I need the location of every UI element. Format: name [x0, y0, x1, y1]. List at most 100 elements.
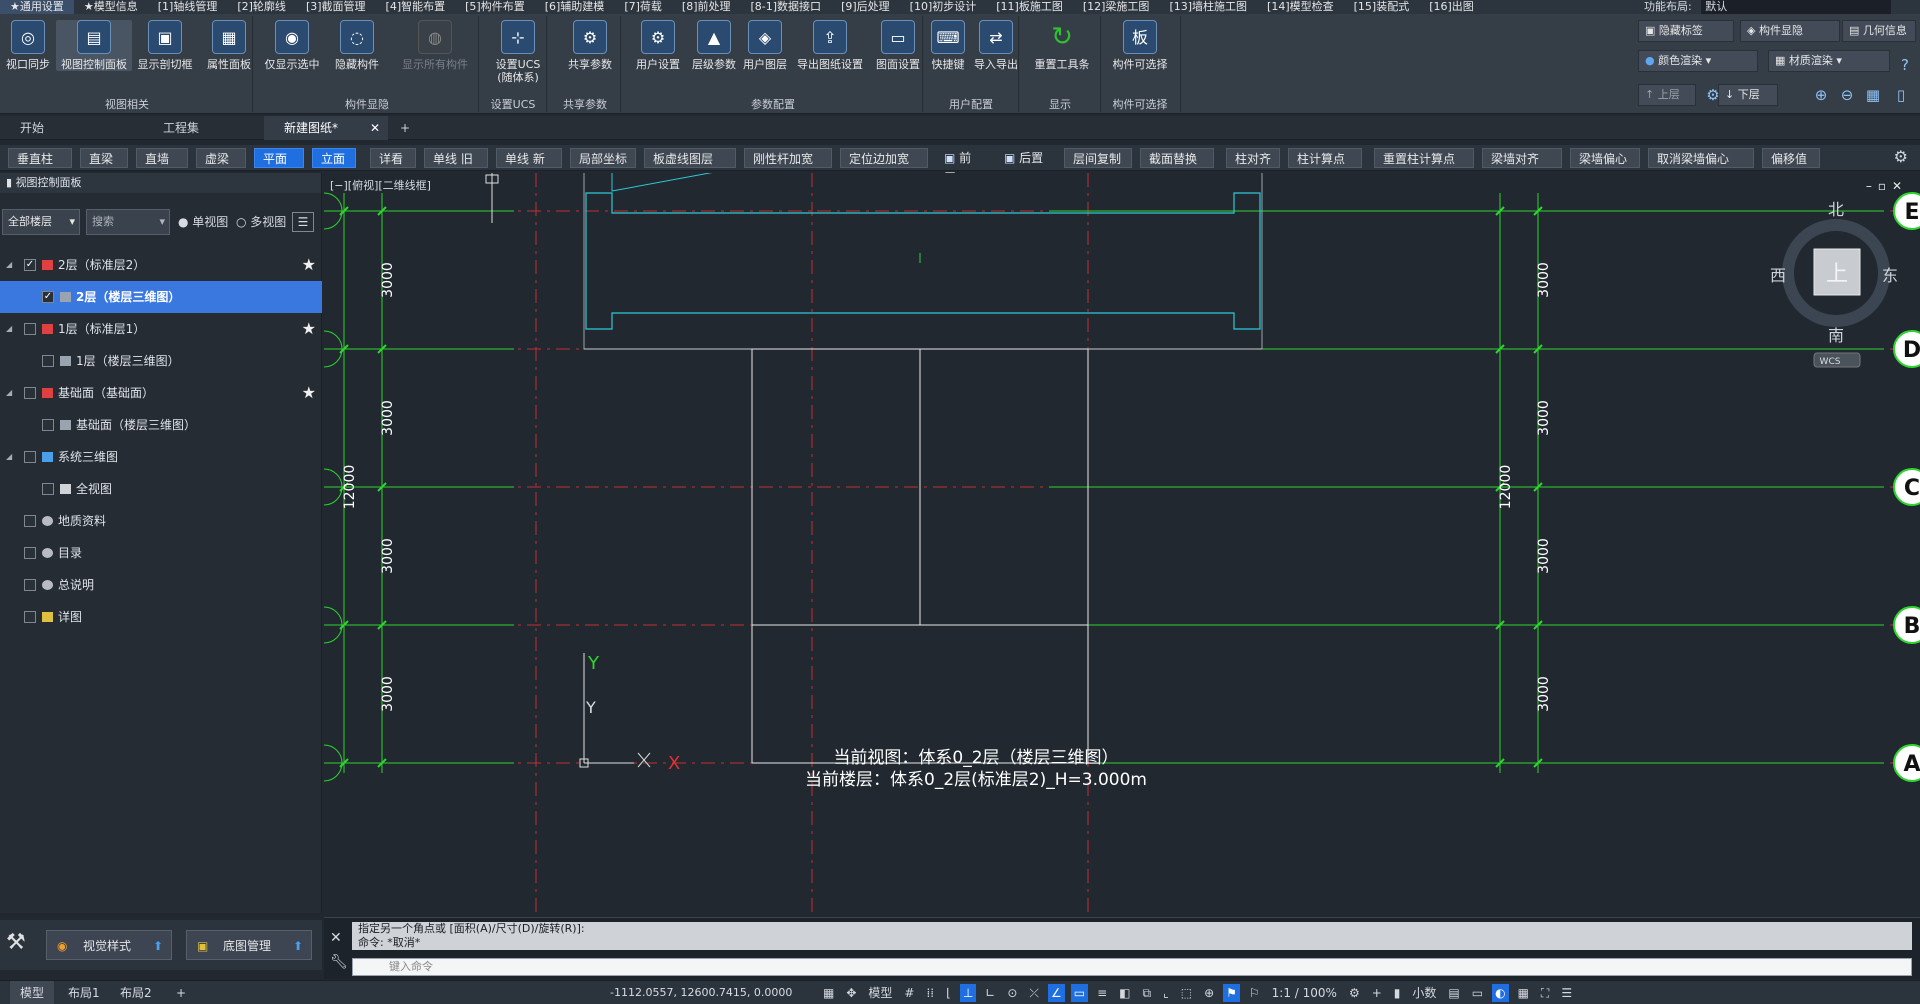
tree-item[interactable]: 1层（楼层三维图） [0, 345, 322, 377]
show-all-button[interactable]: ◍ 显示所有构件 [390, 20, 480, 71]
ucs-status-icon[interactable]: ⌞ [1160, 984, 1172, 1002]
compass-w-label[interactable]: 西 [1770, 266, 1786, 285]
plus-icon[interactable]: + [1369, 984, 1385, 1002]
tree-checkbox[interactable] [42, 355, 54, 367]
multi-view-radio[interactable]: ○ 多视图 [236, 209, 286, 235]
hide-eye-button[interactable]: ◌ 隐藏构件 [326, 20, 388, 71]
tree-item[interactable]: ◢ 1层（标准层1） ★ [0, 313, 322, 345]
menu-tab[interactable]: [8]前处理 [672, 0, 741, 14]
tree-checkbox[interactable] [42, 419, 54, 431]
customize-icon[interactable]: ☰ [1558, 984, 1575, 1002]
virtual-beam-button[interactable]: 虚梁 [196, 148, 246, 168]
layout-value[interactable]: 默认 [1701, 0, 1892, 14]
panel-icon[interactable]: ▯ [1890, 84, 1912, 106]
menu-tab[interactable]: [7]荷载 [614, 0, 672, 14]
snap-grid-icon[interactable]: ⁞⁞ [923, 984, 937, 1002]
property-panel-button[interactable]: ▦ 属性面板 [200, 20, 258, 71]
single-line-old-button[interactable]: 单线 旧 [424, 148, 488, 168]
menu-tab[interactable]: ★模型信息 [74, 0, 148, 14]
ortho-icon[interactable]: ⌊ [943, 984, 954, 1002]
ucs-button[interactable]: ⊹ 设置UCS (随体系) [486, 20, 550, 84]
menu-tab[interactable]: ★通用设置 [0, 0, 74, 14]
tree-checkbox[interactable] [24, 547, 36, 559]
eye-button[interactable]: ◉ 仅显示选中 [260, 20, 324, 71]
polar-icon[interactable]: ⊥ [959, 984, 977, 1002]
fullscreen-icon[interactable]: ⛶ [1538, 984, 1552, 1002]
plan-view-button[interactable]: 平面 [254, 148, 304, 168]
menu-icon[interactable]: ☰ [292, 212, 314, 232]
tree-item[interactable]: ◢ 系统三维图 [0, 441, 322, 473]
slab-dash-layer-button[interactable]: 板虚线图层 [644, 148, 736, 168]
slab-outline[interactable] [583, 173, 1263, 350]
vertical-column-button[interactable]: 垂直柱 [8, 148, 72, 168]
tree-item[interactable]: 详图 [0, 601, 322, 633]
menu-tab[interactable]: [14]模型检查 [1257, 0, 1344, 14]
cad-drawing[interactable]: E D C B A 3000 3000 3000 3000 3000 3000 3000 3000 120… [324, 173, 1920, 915]
tab-new-drawing[interactable]: 新建图纸* ✕ [264, 116, 388, 140]
reset-column-calc-button[interactable]: 重置柱计算点 [1374, 148, 1474, 168]
compass-e-label[interactable]: 东 [1882, 266, 1898, 285]
wall-outline[interactable] [585, 192, 1261, 330]
angle-icon[interactable]: ∟ [982, 984, 998, 1002]
add-layout-icon[interactable]: + [166, 981, 196, 1004]
tab-layout-1[interactable]: 布局1 [58, 981, 110, 1004]
compass-n-label[interactable]: 北 [1828, 200, 1844, 219]
geometry-info-button[interactable]: ▤ 几何信息 [1842, 20, 1916, 42]
settings-gear-icon[interactable]: ⚙ [1702, 84, 1724, 106]
menu-tab[interactable]: [11]板施工图 [986, 0, 1073, 14]
menu-tab[interactable]: [4]智能布置 [376, 0, 456, 14]
menu-tab[interactable]: [9]后处理 [831, 0, 900, 14]
scale-label[interactable]: 1:1 / 100% [1269, 984, 1340, 1002]
beam-wall-offset-button[interactable]: 梁墙偏心 [1570, 148, 1640, 168]
locate-edge-widen-button[interactable]: 定位边加宽 [840, 148, 928, 168]
tree-checkbox[interactable] [24, 323, 36, 335]
snap-icon[interactable]: ✥ [843, 984, 859, 1002]
material-render-button[interactable]: ▦ 材质渲染 ▾ [1768, 50, 1890, 72]
tree-item[interactable]: 总说明 [0, 569, 322, 601]
close-icon[interactable]: ✕ [370, 116, 380, 140]
floor-select[interactable]: 全部楼层 ▾ [2, 209, 80, 235]
visual-style-button[interactable]: ◉ 视觉样式 ⬆ [46, 930, 172, 960]
expand-arrow-icon[interactable]: ◢ [6, 249, 12, 281]
local-coords-button[interactable]: 局部坐标 [570, 148, 636, 168]
grid-icon[interactable]: ▦ [820, 984, 837, 1002]
command-input[interactable]: 键入命令 [352, 958, 1912, 976]
menu-tab[interactable]: [3]截面管理 [296, 0, 376, 14]
menu-tab[interactable]: [8-1]数据接口 [741, 0, 832, 14]
tree-checkbox[interactable] [24, 451, 36, 463]
zoom-in-icon[interactable]: ⊕ [1810, 84, 1832, 106]
tree-item[interactable]: 全视图 [0, 473, 322, 505]
expand-arrow-icon[interactable]: ◢ [6, 441, 12, 473]
cancel-offset-button[interactable]: 取消梁墙偏心 [1648, 148, 1754, 168]
display-icon[interactable]: ▭ [1469, 984, 1486, 1002]
tree-checkbox[interactable]: ✓ [42, 291, 54, 303]
expand-arrow-icon[interactable]: ◢ [6, 313, 12, 345]
up-floor-button[interactable]: ↑ 上层 [1638, 84, 1696, 106]
column-calc-point-button[interactable]: 柱计算点 [1288, 148, 1362, 168]
reset-toolbar-button[interactable]: ↻ 重置工具条 [1026, 20, 1098, 72]
compass-s-label[interactable]: 南 [1828, 326, 1844, 345]
gear-icon[interactable]: ⚙ [1894, 147, 1908, 166]
add-tab-icon[interactable]: + [392, 116, 416, 140]
column-align-button[interactable]: 柱对齐 [1226, 148, 1280, 168]
search-input[interactable]: 搜索 ▾ [86, 209, 170, 235]
tree-checkbox[interactable] [24, 515, 36, 527]
user-layer-button[interactable]: ◈ 用户图层 [738, 20, 792, 71]
zoom-out-icon[interactable]: ⊖ [1836, 84, 1858, 106]
tree-checkbox[interactable]: ✓ [24, 259, 36, 271]
isolate-icon[interactable]: ◐ [1492, 984, 1509, 1002]
section-box-button[interactable]: ▣ 显示剖切框 [134, 20, 196, 71]
grid-display-icon[interactable]: # [901, 984, 917, 1002]
detail-view-button[interactable]: 详看 [370, 148, 416, 168]
tree-checkbox[interactable] [24, 611, 36, 623]
menu-tab[interactable]: [5]构件布置 [455, 0, 535, 14]
level-param-button[interactable]: ▲ 层级参数 [692, 20, 736, 71]
single-line-new-button[interactable]: 单线 新 [496, 148, 562, 168]
section-replace-button[interactable]: 截面替换 [1140, 148, 1214, 168]
tools-icon[interactable]: ⚒ [6, 930, 26, 955]
units-icon[interactable]: ▮ [1391, 984, 1404, 1002]
tree-item[interactable]: 基础面（楼层三维图） [0, 409, 322, 441]
annoscale-icon[interactable]: ⚐ [1246, 984, 1263, 1002]
basemap-manage-button[interactable]: ▣ 底图管理 ⬆ [186, 930, 312, 960]
layout-selector[interactable]: 功能布局: 默认 [1640, 0, 1920, 14]
